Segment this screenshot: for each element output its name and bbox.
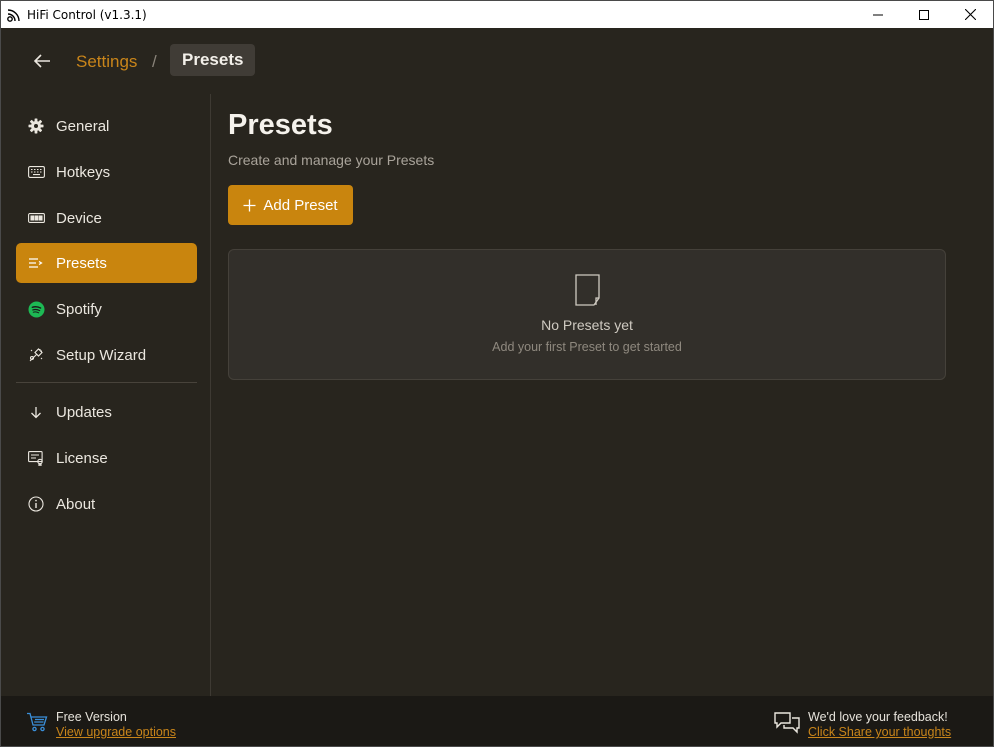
cart-icon bbox=[26, 712, 48, 732]
presets-icon bbox=[27, 254, 45, 272]
wizard-icon bbox=[27, 346, 45, 364]
feedback-label: We'd love your feedback! bbox=[808, 710, 948, 724]
page-title: Presets bbox=[228, 109, 333, 141]
sidebar-item-label: Presets bbox=[56, 254, 107, 272]
sidebar-item-spotify[interactable]: Spotify bbox=[16, 289, 197, 329]
app-logo-icon bbox=[6, 7, 22, 23]
app-window: HiFi Control (v1.3.1) Settings / Presets bbox=[0, 0, 994, 747]
sidebar-item-label: About bbox=[56, 495, 96, 513]
sidebar-item-device[interactable]: Device bbox=[16, 198, 197, 238]
window-title: HiFi Control (v1.3.1) bbox=[27, 7, 147, 22]
keyboard-icon bbox=[27, 163, 45, 181]
feedback-chat-icon bbox=[773, 711, 801, 735]
sidebar-item-label: Spotify bbox=[56, 300, 102, 318]
breadcrumb-settings-link[interactable]: Settings bbox=[76, 52, 137, 72]
plus-icon bbox=[243, 199, 256, 212]
sidebar-item-general[interactable]: General bbox=[16, 106, 197, 146]
spotify-icon bbox=[27, 300, 45, 318]
title-bar: HiFi Control (v1.3.1) bbox=[1, 1, 993, 28]
window-controls bbox=[855, 1, 993, 28]
upgrade-link[interactable]: View upgrade options bbox=[56, 725, 176, 739]
arrow-left-icon bbox=[33, 54, 50, 68]
close-icon bbox=[964, 9, 976, 20]
add-preset-button[interactable]: Add Preset bbox=[228, 185, 353, 225]
info-icon bbox=[27, 495, 45, 513]
sidebar-item-label: Hotkeys bbox=[56, 163, 111, 181]
sidebar-item-updates[interactable]: Updates bbox=[16, 392, 197, 432]
sidebar: General Hotkeys Device Presets Spotify S… bbox=[1, 94, 211, 696]
sidebar-item-presets[interactable]: Presets bbox=[16, 243, 197, 283]
breadcrumb-current: Presets bbox=[170, 44, 256, 76]
sidebar-item-label: Updates bbox=[56, 403, 112, 421]
sidebar-item-license[interactable]: License bbox=[16, 438, 197, 478]
empty-state-card: No Presets yet Add your first Preset to … bbox=[228, 249, 946, 380]
arrow-down-icon bbox=[27, 403, 45, 421]
version-label: Free Version bbox=[56, 710, 127, 724]
empty-state-title: No Presets yet bbox=[541, 317, 633, 333]
empty-state-description: Add your first Preset to get started bbox=[492, 340, 682, 354]
breadcrumb-separator: / bbox=[152, 52, 157, 71]
breadcrumb: Settings / Presets bbox=[1, 28, 993, 92]
page-subtitle: Create and manage your Presets bbox=[228, 152, 435, 168]
sidebar-item-label: License bbox=[56, 449, 108, 467]
device-icon bbox=[27, 209, 45, 227]
sidebar-item-about[interactable]: About bbox=[16, 484, 197, 524]
sidebar-item-label: Setup Wizard bbox=[56, 346, 147, 364]
close-button[interactable] bbox=[947, 1, 993, 28]
footer: Free Version View upgrade options We'd l… bbox=[1, 696, 993, 746]
feedback-link[interactable]: Click Share your thoughts bbox=[808, 725, 951, 739]
sidebar-item-label: Device bbox=[56, 209, 102, 227]
sidebar-item-label: General bbox=[56, 117, 110, 135]
gear-icon bbox=[27, 117, 45, 135]
maximize-button[interactable] bbox=[901, 1, 947, 28]
minimize-button[interactable] bbox=[855, 1, 901, 28]
sidebar-divider bbox=[16, 382, 197, 383]
minimize-icon bbox=[873, 14, 883, 15]
back-button[interactable] bbox=[29, 48, 55, 74]
sidebar-item-hotkeys[interactable]: Hotkeys bbox=[16, 152, 197, 192]
maximize-icon bbox=[919, 9, 929, 20]
add-preset-label: Add Preset bbox=[263, 196, 338, 214]
license-icon bbox=[27, 449, 45, 467]
document-icon bbox=[574, 274, 602, 308]
sidebar-item-setup-wizard[interactable]: Setup Wizard bbox=[16, 335, 197, 375]
